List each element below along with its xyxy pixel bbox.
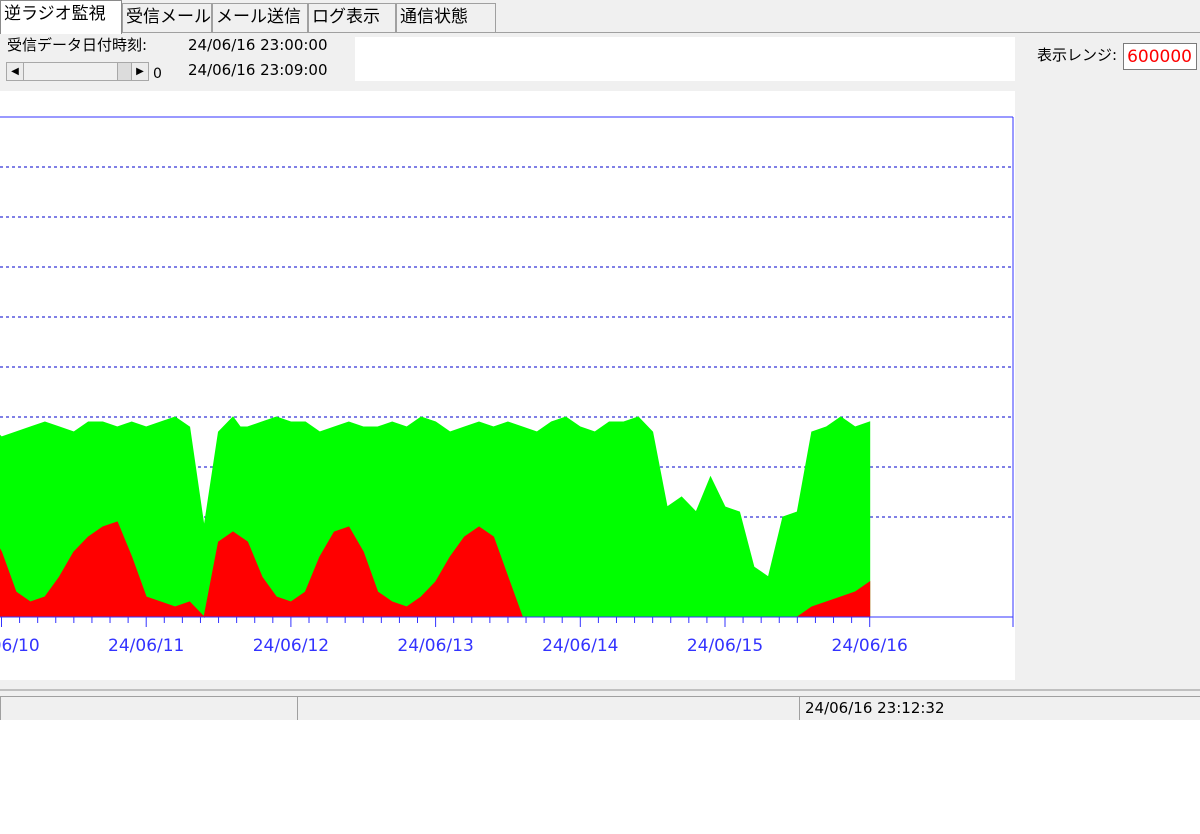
display-range-value: 600000 xyxy=(1127,47,1192,67)
status-clock: 24/06/16 23:12:32 xyxy=(805,699,945,717)
x-tick-label-1: 24/06/11 xyxy=(108,636,184,656)
info-panel xyxy=(355,37,1015,81)
x-tick-label-4: 24/06/14 xyxy=(542,636,618,656)
status-pane-1 xyxy=(0,696,297,720)
app-window: 逆ラジオ監視 受信メール メール送信 ログ表示 通信状態 受信データ日付時刻: … xyxy=(0,0,1200,720)
traffic-chart: 24/06/10 24/06/11 24/06/12 24/06/13 24/06/14… xyxy=(0,116,1014,656)
status-pane-2 xyxy=(297,696,799,720)
tab-send-mail[interactable]: メール送信 xyxy=(212,3,308,32)
scroll-value: 0 xyxy=(153,66,162,82)
time-scrollbar[interactable]: ◀ ▶ xyxy=(6,62,149,81)
x-tick-label-0: 24/06/10 xyxy=(0,636,40,656)
x-tick-label-3: 24/06/13 xyxy=(397,636,473,656)
time-start-value: 24/06/16 23:00:00 xyxy=(188,36,328,54)
scroll-right-arrow-icon[interactable]: ▶ xyxy=(131,63,148,80)
chart-panel: 24/06/10 24/06/11 24/06/12 24/06/13 24/06/14… xyxy=(0,91,1015,680)
tab-radio-monitor[interactable]: 逆ラジオ監視 xyxy=(0,0,122,34)
tab-log-view[interactable]: ログ表示 xyxy=(308,3,396,32)
tab-comm-status[interactable]: 通信状態 xyxy=(396,3,496,32)
x-tick-label-2: 24/06/12 xyxy=(253,636,329,656)
display-range-label: 表示レンジ: xyxy=(1037,46,1118,64)
x-tick-label-5: 24/06/15 xyxy=(687,636,763,656)
received-datetime-label: 受信データ日付時刻: xyxy=(7,36,148,54)
tab-received-mail[interactable]: 受信メール xyxy=(122,3,212,32)
tab-bar: 逆ラジオ監視 受信メール メール送信 ログ表示 通信状態 xyxy=(0,0,1200,34)
scroll-left-arrow-icon[interactable]: ◀ xyxy=(7,63,24,80)
status-bar xyxy=(0,689,1200,720)
x-tick-label-6: 24/06/16 xyxy=(832,636,908,656)
time-end-value: 24/06/16 23:09:00 xyxy=(188,61,328,79)
display-range-input[interactable]: 600000 xyxy=(1123,43,1197,70)
